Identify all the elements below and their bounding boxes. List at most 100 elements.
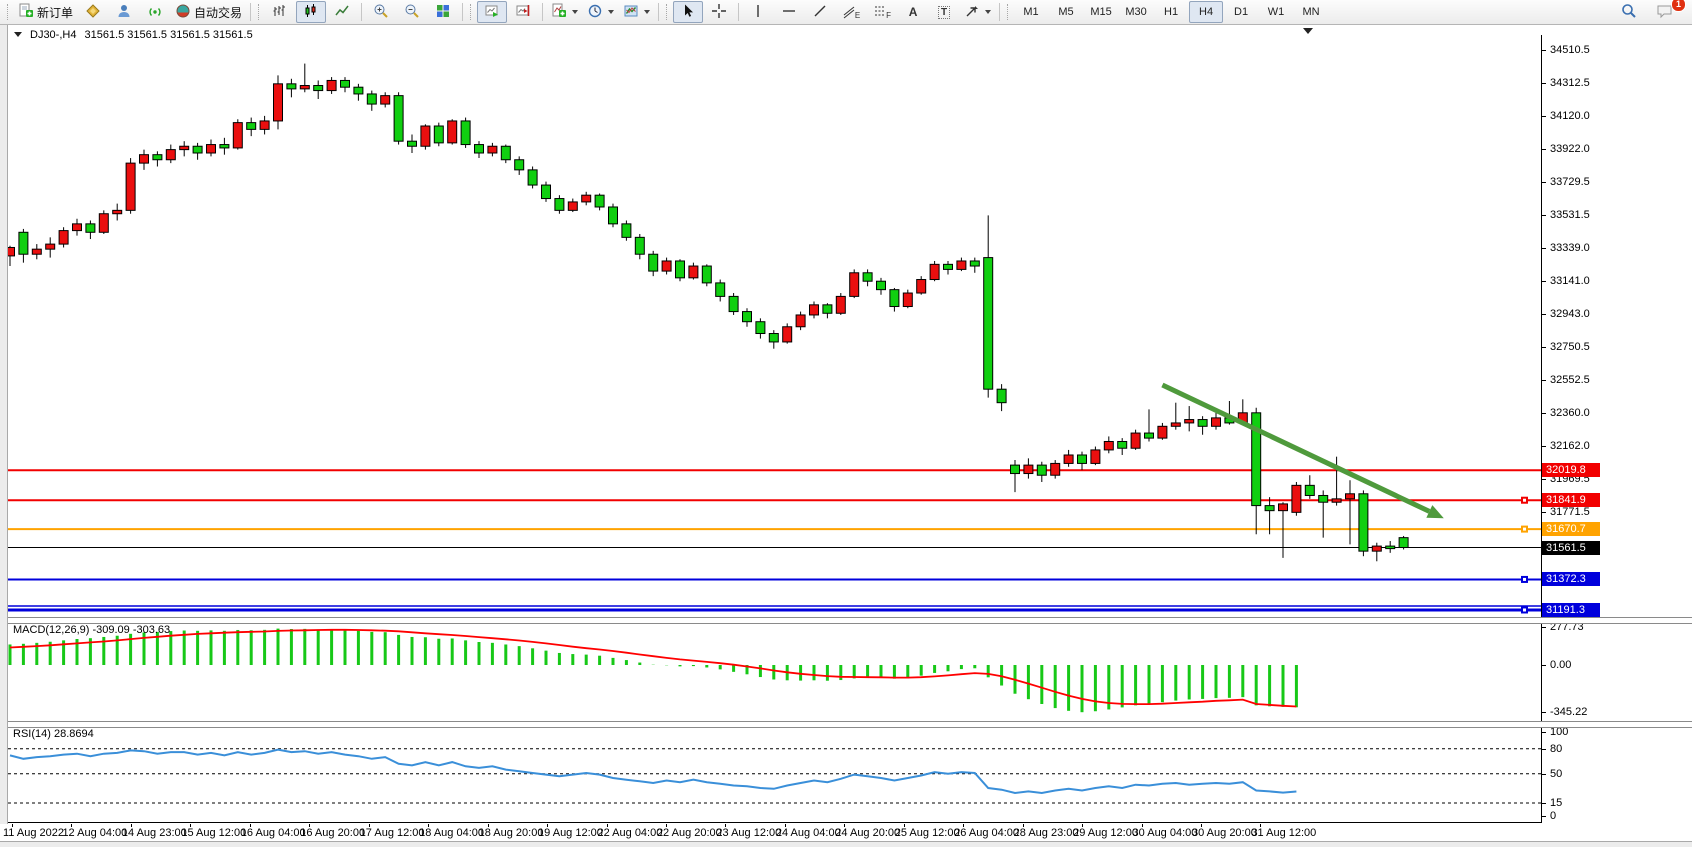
- trendline-button[interactable]: [805, 1, 835, 23]
- timeframe-button-m30[interactable]: M30: [1119, 1, 1153, 23]
- candlestick: [1078, 455, 1087, 463]
- indicators-button[interactable]: [547, 1, 582, 23]
- history-center-button[interactable]: [78, 1, 108, 23]
- timeframe-button-m1[interactable]: M1: [1014, 1, 1048, 23]
- fibo-sub-label: F: [886, 11, 891, 20]
- autotrading-button[interactable]: 自动交易: [171, 1, 246, 23]
- candlestick: [233, 123, 242, 148]
- timeframe-button-h1[interactable]: H1: [1154, 1, 1188, 23]
- time-axis[interactable]: 11 Aug 202212 Aug 04:0014 Aug 23:0015 Au…: [0, 824, 1692, 841]
- toolbar-grip[interactable]: [470, 4, 473, 20]
- toolbar-grip[interactable]: [258, 4, 261, 20]
- arrows-button[interactable]: [960, 1, 995, 23]
- price-tick: 0: [1550, 810, 1556, 822]
- line-chart-button[interactable]: [327, 1, 357, 23]
- candlestick: [823, 305, 832, 313]
- timeframe-button-d1[interactable]: D1: [1224, 1, 1258, 23]
- candlestick: [207, 145, 216, 153]
- auto-scroll-button[interactable]: [477, 1, 507, 23]
- panel-splitter[interactable]: [8, 617, 1692, 624]
- candlestick: [408, 141, 417, 146]
- price-tick: 32360.0: [1550, 407, 1590, 419]
- crosshair-button[interactable]: [704, 1, 734, 23]
- candlestick: [434, 126, 443, 143]
- candlestick-chart-button[interactable]: [296, 1, 326, 23]
- candlestick: [877, 281, 886, 289]
- tile-windows-button[interactable]: [428, 1, 458, 23]
- zoom-in-button[interactable]: [366, 1, 396, 23]
- candlestick: [46, 244, 55, 249]
- timeframe-button-w1[interactable]: W1: [1259, 1, 1293, 23]
- channel-sub-label: E: [855, 11, 860, 20]
- templates-button[interactable]: [619, 1, 654, 23]
- candlestick: [19, 232, 28, 254]
- axis-tick-dash: [1542, 248, 1546, 249]
- periods-button[interactable]: [583, 1, 618, 23]
- time-label: 28 Aug 23:00: [1014, 827, 1079, 839]
- candlestick: [769, 334, 778, 342]
- search-button[interactable]: [1614, 1, 1644, 23]
- candlestick: [1024, 465, 1033, 473]
- signals-button[interactable]: [140, 1, 170, 23]
- chart-menu-icon[interactable]: [14, 32, 22, 37]
- candlestick: [515, 160, 524, 170]
- rsi-panel[interactable]: [8, 726, 1541, 824]
- tile-windows-icon: [435, 3, 451, 22]
- price-axis[interactable]: 34510.534312.534120.033922.033729.533531…: [1542, 25, 1692, 841]
- candlestick: [448, 121, 457, 143]
- timeframe-button-m5[interactable]: M5: [1049, 1, 1083, 23]
- cursor-button[interactable]: [673, 1, 703, 23]
- price-tick: 31771.5: [1550, 506, 1590, 518]
- zoom-out-button[interactable]: [397, 1, 427, 23]
- time-label: 23 Aug 12:00: [716, 827, 781, 839]
- axis-tick-dash: [1542, 803, 1546, 804]
- candlestick: [73, 224, 82, 231]
- equidistant-channel-button[interactable]: E: [836, 1, 866, 23]
- toolbar-grip[interactable]: [666, 4, 669, 20]
- axis-tick-dash: [1542, 380, 1546, 381]
- candlestick: [8, 247, 15, 255]
- text-button[interactable]: A: [898, 1, 928, 23]
- price-tick: 33141.0: [1550, 275, 1590, 287]
- candlestick-chart-icon: [303, 3, 319, 22]
- price-badge: 31372.3: [1542, 572, 1600, 586]
- chart-shift-marker[interactable]: [1303, 28, 1313, 34]
- macd-panel[interactable]: [8, 622, 1541, 721]
- toolbar-separator: [738, 3, 739, 21]
- candlestick: [917, 280, 926, 293]
- toolbar-grip[interactable]: [1007, 4, 1010, 20]
- window-left-frame: [0, 25, 8, 847]
- chat-button[interactable]: 1: [1650, 1, 1680, 23]
- axis-tick-dash: [1542, 215, 1546, 216]
- candlestick: [300, 86, 309, 89]
- bar-chart-button[interactable]: [265, 1, 295, 23]
- timeframe-button-mn[interactable]: MN: [1294, 1, 1328, 23]
- candlestick: [381, 96, 390, 104]
- panel-splitter[interactable]: [8, 721, 1692, 728]
- price-tick: 0.00: [1550, 659, 1571, 671]
- candlestick: [1305, 485, 1314, 495]
- new-order-button[interactable]: 新订单: [14, 1, 77, 23]
- candlestick: [475, 145, 484, 153]
- candlestick: [689, 266, 698, 278]
- chart-shift-button[interactable]: [508, 1, 538, 23]
- candlestick: [957, 261, 966, 269]
- horizontal-line-button[interactable]: [774, 1, 804, 23]
- community-button[interactable]: [109, 1, 139, 23]
- candlestick: [153, 155, 162, 160]
- timeframe-button-h4[interactable]: H4: [1189, 1, 1223, 23]
- toolbar-separator: [462, 3, 463, 21]
- candlestick: [1118, 441, 1127, 448]
- toolbar-grip[interactable]: [7, 4, 10, 20]
- autotrading-label: 自动交易: [194, 4, 242, 21]
- price-badge: 31191.3: [1542, 603, 1600, 617]
- candlestick: [260, 121, 269, 129]
- zoom-out-icon: [404, 3, 420, 22]
- text-label-button[interactable]: T: [929, 1, 959, 23]
- vertical-line-button[interactable]: [743, 1, 773, 23]
- user-icon: [116, 3, 132, 22]
- main-chart[interactable]: [8, 40, 1541, 617]
- fibonacci-button[interactable]: F: [867, 1, 897, 23]
- timeframe-button-m15[interactable]: M15: [1084, 1, 1118, 23]
- candlestick: [461, 121, 470, 145]
